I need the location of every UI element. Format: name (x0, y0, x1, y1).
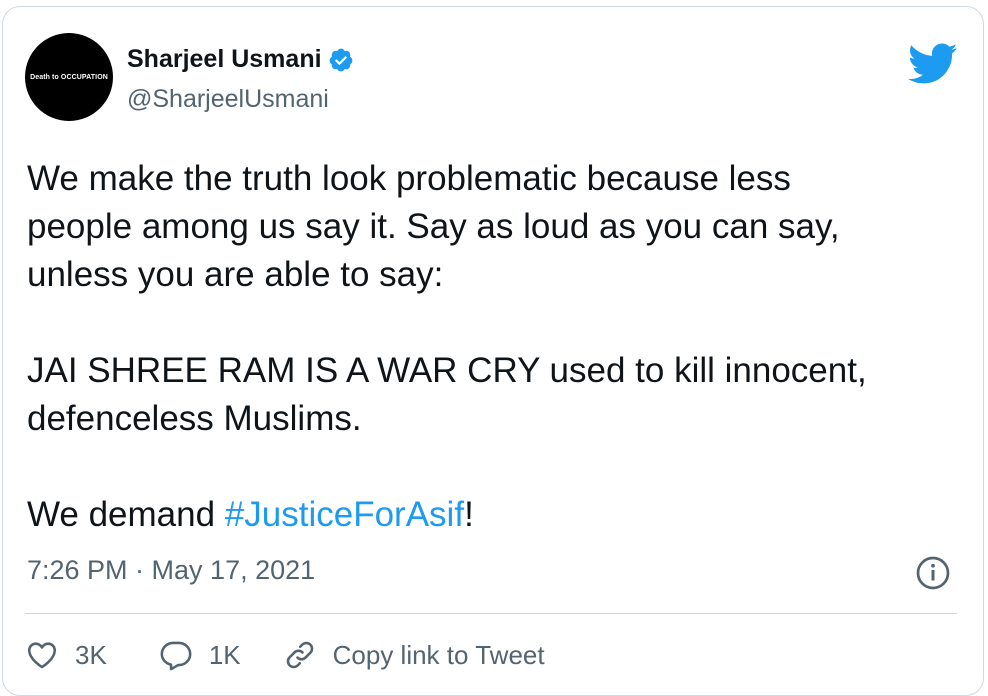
avatar-text: Death to OCCUPATION (30, 73, 108, 81)
info-icon[interactable] (915, 555, 951, 591)
reply-button[interactable]: 1K (159, 638, 241, 672)
hashtag-link[interactable]: #JusticeForAsif (225, 495, 464, 534)
tweet-timestamp[interactable]: 7:26 PM · May 17, 2021 (27, 555, 315, 586)
tweet-text: We make the truth look problematic becau… (27, 155, 967, 539)
tweet-card: Death to OCCUPATION Sharjeel Usmani @Sha… (2, 6, 984, 696)
tweet-line: JAI SHREE RAM IS A WAR CRY used to kill … (27, 351, 867, 390)
reply-bubble-icon (160, 641, 192, 671)
tweet-line-prefix: We demand (27, 495, 225, 534)
tweet-actions: 3K 1K Copy link to Tweet (25, 629, 545, 681)
copy-link-button[interactable]: Copy link to Tweet (283, 638, 545, 672)
tweet-line: We make the truth look problematic becau… (27, 159, 791, 198)
like-count: 3K (75, 639, 107, 670)
like-button[interactable]: 3K (25, 638, 107, 672)
verified-badge-icon (329, 48, 352, 71)
heart-icon (27, 642, 57, 669)
author-name-row: Sharjeel Usmani (127, 45, 354, 74)
author-handle[interactable]: @SharjeelUsmani (127, 85, 329, 114)
avatar[interactable]: Death to OCCUPATION (25, 33, 113, 121)
tweet-last-line: We demand #JusticeForAsif! (27, 491, 967, 539)
tweet-line: defenceless Muslims. (27, 399, 362, 438)
tweet-line: people among us say it. Say as loud as y… (27, 207, 840, 246)
divider (25, 613, 957, 614)
tweet-line: unless you are able to say: (27, 255, 444, 294)
tweet-line-suffix: ! (464, 495, 474, 534)
author-name[interactable]: Sharjeel Usmani (127, 45, 322, 74)
copy-link-label: Copy link to Tweet (332, 639, 545, 670)
link-icon (286, 641, 313, 669)
twitter-bird-icon[interactable] (908, 43, 958, 85)
reply-count: 1K (208, 639, 241, 670)
